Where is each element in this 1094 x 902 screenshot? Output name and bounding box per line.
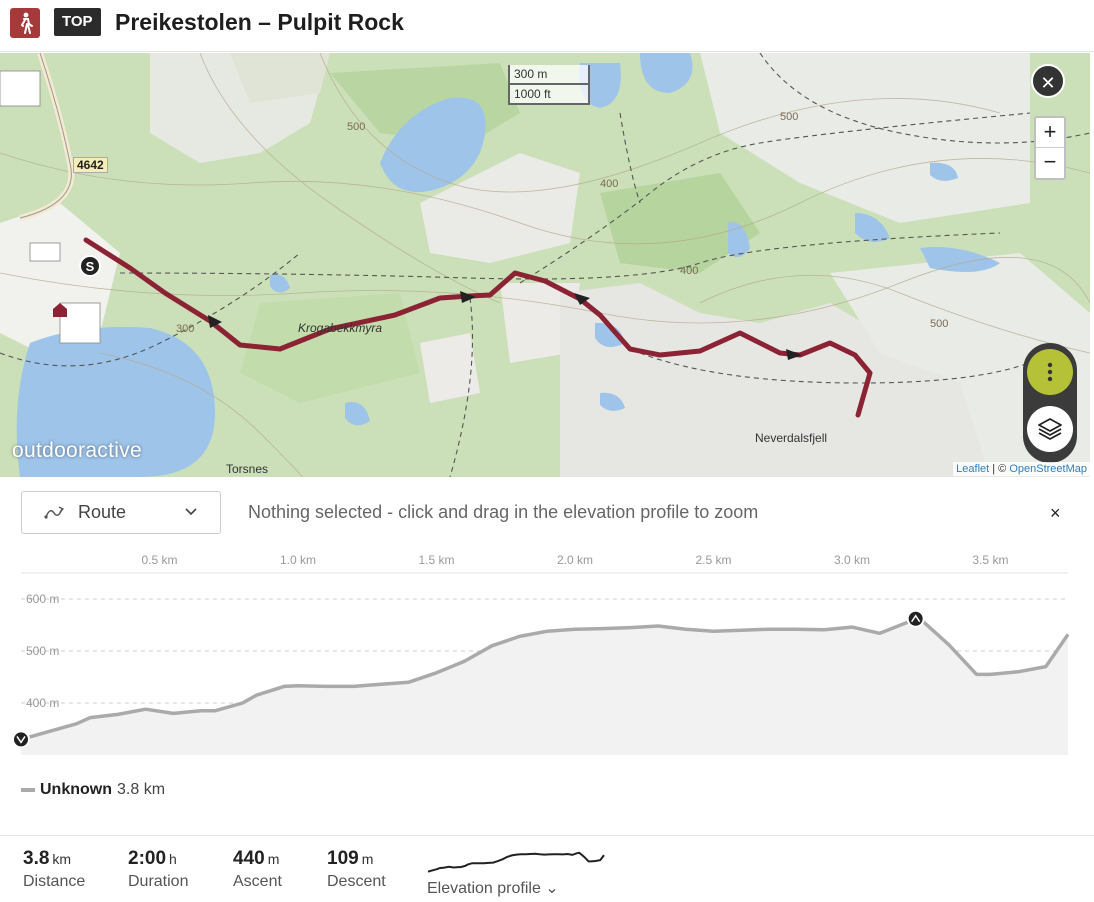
map-view[interactable]: S 4642 Krogabekkmyra Torsnes Neverdalsfj…: [0, 53, 1090, 477]
stat-distance: 3.8 km Distance: [23, 848, 85, 891]
x-tick-label: 3.5 km: [972, 553, 1008, 567]
map-label-krogabekkmyra: Krogabekkmyra: [298, 321, 383, 335]
stat-ascent: 440 m Ascent: [233, 848, 282, 891]
selection-hint: Nothing selected - click and drag in the…: [248, 502, 759, 522]
distance-label: Distance: [23, 873, 86, 890]
start-marker: [12, 730, 30, 749]
hiking-icon: [10, 8, 40, 38]
page-title: Preikestolen – Pulpit Rock: [115, 9, 404, 35]
top-badge: TOP: [54, 8, 101, 36]
x-tick-label: 2.5 km: [695, 553, 731, 567]
x-tick-label: 0.5 km: [141, 553, 177, 567]
tour-stats: 3.8 km Distance 2:00 h Duration 440 m Ascen…: [0, 835, 1094, 902]
elevation-area: [21, 619, 1068, 755]
y-tick-label: 600 m: [26, 592, 59, 606]
duration-value: 2:00: [128, 848, 167, 869]
more-options-button[interactable]: [1027, 349, 1073, 395]
elevation-profile-toggle[interactable]: Elevation profile ⌄: [427, 878, 559, 898]
mini-elevation-profile[interactable]: [426, 850, 608, 876]
elevation-chart[interactable]: 600 m 500 m 400 m 0.5 km 1.0 km 1.5 km 2.0 km 2…: [0, 545, 1094, 765]
y-tick-label: 500 m: [26, 644, 59, 658]
x-tick-label: 3.0 km: [834, 553, 870, 567]
descent-label: Descent: [327, 873, 386, 890]
legend-value: 3.8 km: [117, 781, 166, 798]
contour-label: 500: [347, 121, 366, 133]
descent-value: 109: [327, 848, 359, 869]
x-tick-label: 2.0 km: [557, 553, 593, 567]
map-scale: 300 m 1000 ft: [508, 65, 590, 105]
page-header: TOP Preikestolen – Pulpit Rock: [0, 0, 1094, 52]
zoom-out-button[interactable]: −: [1036, 148, 1064, 178]
chevron-down-icon: [185, 508, 197, 516]
zoom-in-button[interactable]: +: [1036, 118, 1064, 148]
route-icon: [44, 505, 64, 519]
duration-unit: h: [169, 851, 177, 867]
legend-name: Unknown: [40, 781, 112, 798]
route-dropdown[interactable]: Route: [21, 491, 221, 534]
layers-icon: [1038, 418, 1062, 440]
map-label-neverdalsfjell: Neverdalsfjell: [755, 431, 828, 445]
scale-metric: 300 m: [508, 65, 590, 85]
contour-label: 500: [930, 318, 949, 330]
contour-label: 300: [176, 323, 195, 335]
contour-label: 400: [600, 178, 619, 190]
contour-label: 500: [780, 111, 799, 123]
contour-label: 400: [680, 265, 699, 277]
layers-button[interactable]: [1027, 406, 1073, 452]
distance-value: 3.8: [23, 848, 50, 869]
route-dropdown-label: Route: [78, 502, 127, 522]
close-profile-button[interactable]: ×: [1050, 503, 1061, 524]
map-attribution: Leaflet | © OpenStreetMap: [953, 462, 1090, 476]
road-number-badge: 4642: [73, 157, 108, 173]
x-tick-label: 1.0 km: [280, 553, 316, 567]
svg-text:S: S: [86, 259, 95, 274]
legend-swatch: [21, 788, 35, 792]
summit-marker: [906, 609, 925, 628]
attribution-separator: | ©: [989, 463, 1010, 475]
osm-link[interactable]: OpenStreetMap: [1009, 463, 1087, 475]
map-label-torsnes: Torsnes: [226, 462, 269, 476]
x-tick-label: 1.5 km: [418, 553, 454, 567]
duration-label: Duration: [128, 873, 189, 890]
ascent-label: Ascent: [233, 873, 282, 890]
descent-unit: m: [361, 851, 374, 867]
mini-elevation-line: [427, 851, 605, 873]
brand-watermark: outdooractive: [12, 439, 142, 462]
ascent-unit: m: [267, 851, 280, 867]
close-map-button[interactable]: ✕: [1031, 64, 1065, 98]
map-terrain: S: [0, 53, 1090, 477]
leaflet-link[interactable]: Leaflet: [956, 463, 989, 475]
more-vertical-icon: [1047, 362, 1053, 382]
distance-unit: km: [52, 851, 72, 867]
elevation-profile[interactable]: 600 m 500 m 400 m 0.5 km 1.0 km 1.5 km 2.0 km 2…: [0, 545, 1094, 765]
zoom-control: + −: [1034, 116, 1066, 180]
scale-imperial: 1000 ft: [508, 85, 590, 105]
ascent-value: 440: [233, 848, 265, 869]
y-tick-label: 400 m: [26, 696, 59, 710]
stat-duration: 2:00 h Duration: [128, 848, 188, 891]
stat-descent: 109 m Descent: [327, 848, 386, 891]
profile-legend: Unknown 3.8 km: [21, 781, 165, 799]
